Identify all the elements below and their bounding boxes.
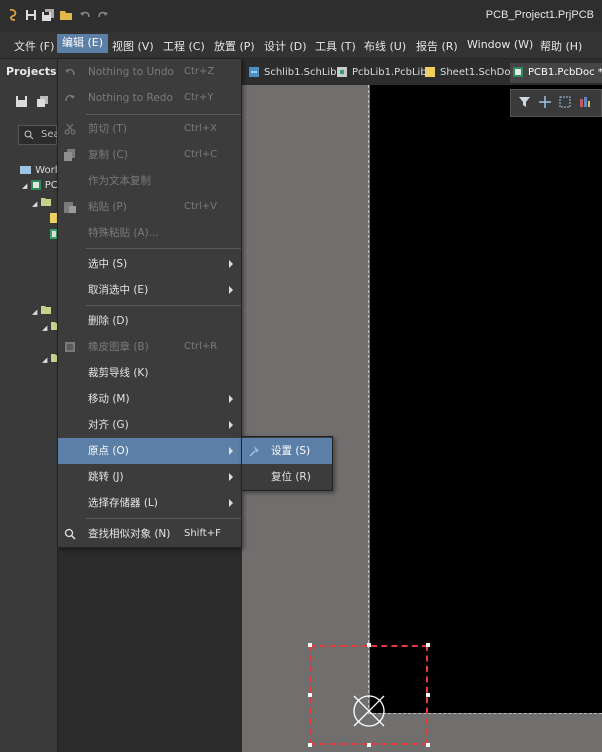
projects-panel: Projects Sea Worl ◢ PCB ◢ ◢ ◢ ◢ xyxy=(0,59,65,752)
submenu-arrow-icon xyxy=(229,286,233,294)
tree-item-workspace[interactable]: Worl xyxy=(20,165,58,176)
copy-doc-icon[interactable] xyxy=(37,96,48,110)
select-rect-icon[interactable] xyxy=(559,96,571,111)
board-outline xyxy=(368,85,369,713)
submenu-arrow-icon xyxy=(229,473,233,481)
projects-panel-title: Projects xyxy=(6,65,57,78)
tab-sheet1[interactable]: Sheet1.SchDoc xyxy=(422,63,520,83)
app-logo-icon xyxy=(6,8,19,21)
menu-item-select[interactable]: 选中 (S) xyxy=(58,251,241,277)
menu-file[interactable]: 文件 (F) xyxy=(10,37,58,55)
active-bar xyxy=(510,89,602,117)
menu-item-paste[interactable]: 粘贴 (P) Ctrl+V xyxy=(58,194,241,220)
edit-menu-dropdown: Nothing to Undo Ctr+Z Nothing to Redo Ct… xyxy=(57,58,242,548)
set-origin-icon xyxy=(249,446,259,457)
selection-handle[interactable] xyxy=(367,743,371,747)
pcblib-icon xyxy=(337,67,347,77)
selection-handle[interactable] xyxy=(426,693,430,697)
pcbdoc-icon xyxy=(513,67,523,77)
save-icon[interactable] xyxy=(24,8,37,21)
copy-icon xyxy=(64,149,75,161)
menu-item-delete[interactable]: 删除 (D) xyxy=(58,308,241,334)
paste-icon xyxy=(64,202,76,213)
origin-submenu: 设置 (S) 复位 (R) xyxy=(241,436,333,491)
menu-item-move[interactable]: 移动 (M) xyxy=(58,386,241,412)
submenu-item-set-origin[interactable]: 设置 (S) xyxy=(242,438,332,464)
tree-folder[interactable]: ◢ xyxy=(32,305,52,317)
menu-item-find-similar[interactable]: 查找相似对象 (N) Shift+F xyxy=(58,521,241,547)
submenu-arrow-icon xyxy=(229,395,233,403)
menu-view[interactable]: 视图 (V) xyxy=(108,37,158,55)
window-title: PCB_Project1.PrjPCB xyxy=(485,9,594,21)
menu-item-origin[interactable]: 原点 (O) xyxy=(58,438,241,464)
undo-icon xyxy=(65,68,75,76)
menu-item-deselect[interactable]: 取消选中 (E) xyxy=(58,277,241,303)
folder-icon xyxy=(40,306,51,314)
menu-place[interactable]: 放置 (P) xyxy=(210,37,259,55)
stamp-icon xyxy=(65,342,75,352)
selection-handle[interactable] xyxy=(308,693,312,697)
scissors-icon xyxy=(64,123,76,135)
menu-tools[interactable]: 工具 (T) xyxy=(311,37,360,55)
workspace-icon xyxy=(20,166,31,174)
menu-item-jump[interactable]: 跳转 (J) xyxy=(58,464,241,490)
align-icon[interactable] xyxy=(579,96,591,111)
menu-item-slice-tracks[interactable]: 裁剪导线 (K) xyxy=(58,360,241,386)
menu-separator xyxy=(86,248,241,249)
menu-item-paste-special[interactable]: 特殊粘贴 (A)... xyxy=(58,220,241,246)
menu-item-align[interactable]: 对齐 (G) xyxy=(58,412,241,438)
selection-handle[interactable] xyxy=(426,743,430,747)
menu-project[interactable]: 工程 (C) xyxy=(159,37,209,55)
schdoc-icon xyxy=(425,67,435,77)
save-all-icon[interactable] xyxy=(42,8,55,21)
menu-route[interactable]: 布线 (U) xyxy=(360,37,410,55)
pcb-project-icon xyxy=(30,180,41,190)
undo-icon[interactable] xyxy=(78,8,91,21)
selection-handle[interactable] xyxy=(308,743,312,747)
submenu-arrow-icon xyxy=(229,260,233,268)
menu-window[interactable]: Window (W) xyxy=(463,37,537,52)
menu-edit[interactable]: 编辑 (E) xyxy=(57,34,109,53)
menu-separator xyxy=(86,305,241,306)
menu-item-selection-memory[interactable]: 选择存储器 (L) xyxy=(58,490,241,516)
selection-handle[interactable] xyxy=(308,643,312,647)
board-area[interactable] xyxy=(370,85,602,713)
menu-reports[interactable]: 报告 (R) xyxy=(412,37,462,55)
tab-pcb1[interactable]: PCB1.PcbDoc * xyxy=(510,63,602,83)
submenu-arrow-icon xyxy=(229,499,233,507)
tab-pcblib1[interactable]: PcbLib1.PcbLib xyxy=(334,63,431,83)
selection-handle[interactable] xyxy=(426,643,430,647)
save-icon[interactable] xyxy=(16,96,27,110)
menu-design[interactable]: 设计 (D) xyxy=(260,37,311,55)
menu-separator xyxy=(86,114,241,115)
document-tab-bar: Schlib1.SchLib PcbLib1.PcbLib Sheet1.Sch… xyxy=(242,59,602,85)
selection-handle[interactable] xyxy=(367,643,371,647)
tab-schlib1[interactable]: Schlib1.SchLib xyxy=(246,63,341,83)
menu-item-copy-as-text[interactable]: 作为文本复制 xyxy=(58,168,241,194)
project-search-input[interactable]: Sea xyxy=(18,125,60,145)
submenu-item-reset-origin[interactable]: 复位 (R) xyxy=(242,464,332,490)
submenu-arrow-icon xyxy=(229,421,233,429)
menu-separator xyxy=(86,518,241,519)
menu-item-cut[interactable]: 剪切 (T) Ctrl+X xyxy=(58,116,241,142)
menu-bar: 文件 (F) 编辑 (E) 视图 (V) 工程 (C) 放置 (P) 设计 (D… xyxy=(0,32,602,59)
search-icon xyxy=(64,528,76,540)
schlib-icon xyxy=(249,67,259,77)
crosshair-icon[interactable] xyxy=(539,95,551,111)
menu-item-copy[interactable]: 复制 (C) Ctrl+C xyxy=(58,142,241,168)
open-folder-icon[interactable] xyxy=(60,8,73,21)
menu-help[interactable]: 帮助 (H) xyxy=(536,37,586,55)
search-icon xyxy=(24,130,34,140)
tree-folder[interactable]: ◢ xyxy=(32,197,52,209)
menu-item-undo[interactable]: Nothing to Undo Ctr+Z xyxy=(58,59,241,85)
origin-marker-icon xyxy=(353,695,385,727)
title-bar: PCB_Project1.PrjPCB xyxy=(0,0,602,32)
redo-icon xyxy=(65,94,75,102)
filter-icon[interactable] xyxy=(519,96,531,111)
submenu-arrow-icon xyxy=(229,447,233,455)
folder-icon xyxy=(40,198,51,206)
menu-item-rubber-stamp[interactable]: 橡皮图章 (B) Ctrl+R xyxy=(58,334,241,360)
redo-icon[interactable] xyxy=(96,8,109,21)
menu-item-redo[interactable]: Nothing to Redo Ctr+Y xyxy=(58,85,241,111)
